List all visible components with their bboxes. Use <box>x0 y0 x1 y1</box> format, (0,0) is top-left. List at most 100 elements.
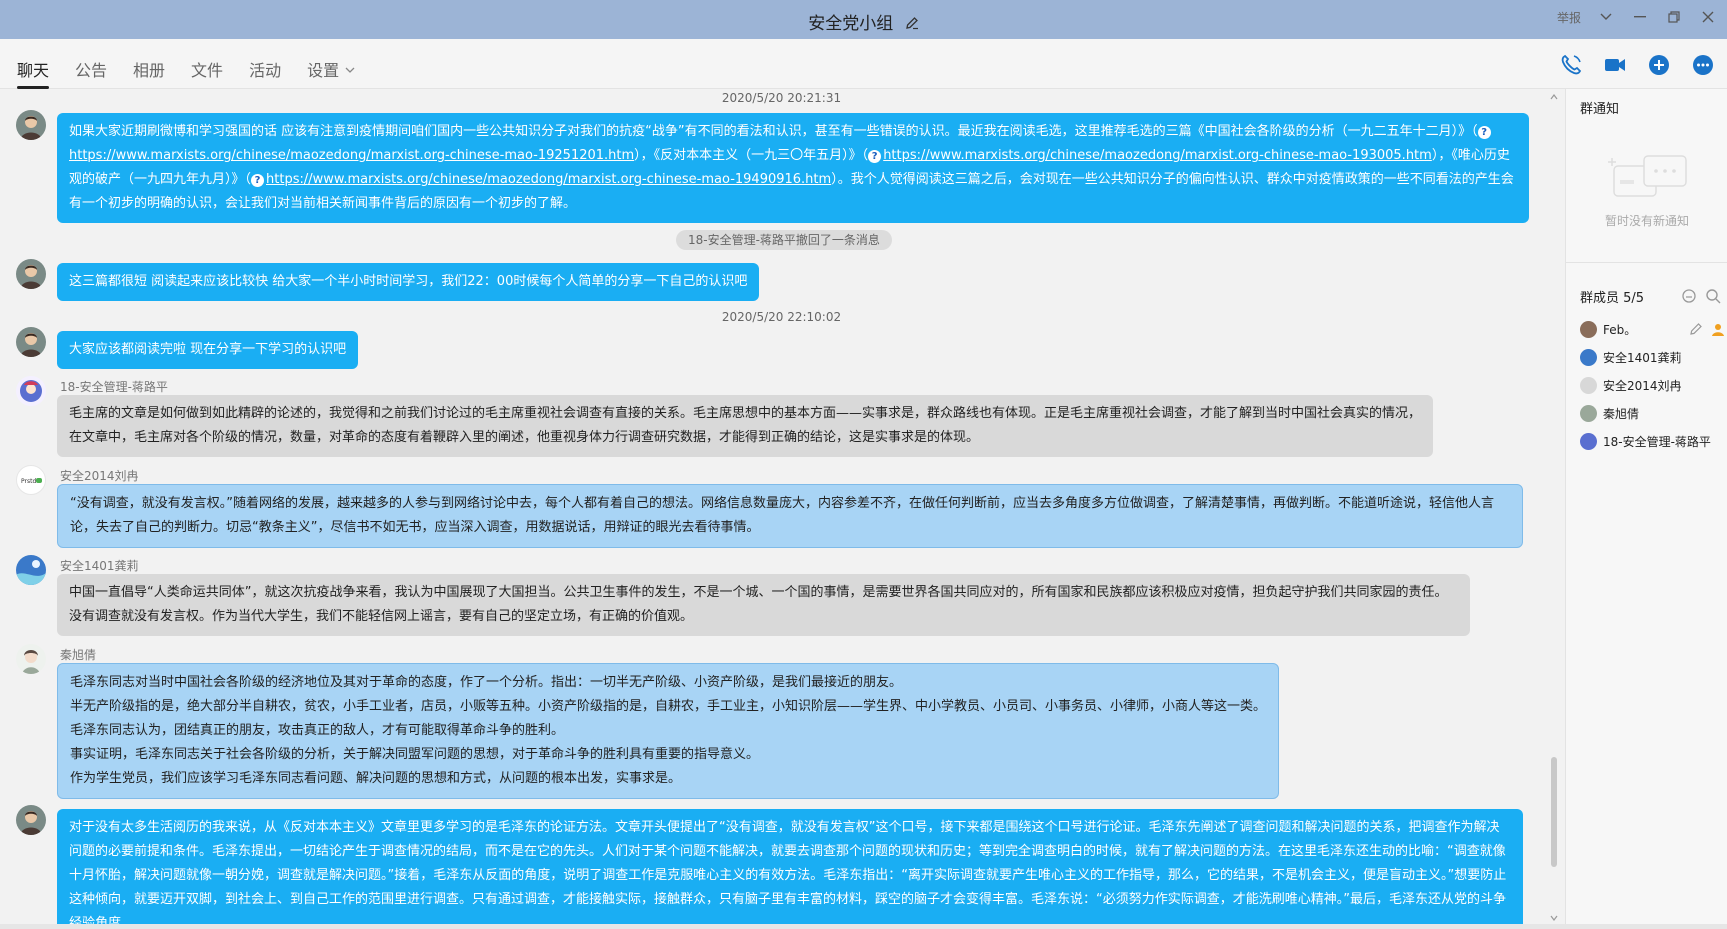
message-timestamp: 2020/5/20 22:10:02 <box>721 310 842 324</box>
message-bubble[interactable]: 如果大家近期刷微博和学习强国的话 应该有注意到疫情期间咱们国内一些公共知识分子对… <box>57 113 1529 223</box>
tab-chat[interactable]: 聊天 <box>17 57 50 89</box>
tabs: 聊天 公告 相册 文件 活动 设置 <box>17 57 355 89</box>
message-line: 半无产阶级指的是，绝大部分半自耕农，贫农，小手工业者，店员，小贩等五种。小资产阶… <box>70 699 1267 714</box>
scroll-up-icon[interactable] <box>1550 93 1558 101</box>
svg-text:Prstd: Prstd <box>21 478 36 485</box>
sender-name: 安全1401龚莉 <box>60 559 139 573</box>
tab-bar: 聊天 公告 相册 文件 活动 设置 <box>0 39 1727 89</box>
toolbar-icons <box>1559 53 1715 77</box>
window-title: 安全党小组 <box>808 14 894 34</box>
message-line: 事实证明，毛泽东同志关于社会各阶级的分析，关于解决同盟军问题的思想，对于革命斗争… <box>70 747 760 762</box>
edit-icon[interactable] <box>1689 322 1703 336</box>
sender-name: 安全2014刘冉 <box>60 469 139 483</box>
member-tools <box>1681 288 1721 304</box>
message-text: 如果大家近期刷微博和学习强国的话 应该有注意到疫情期间咱们国内一些公共知识分子对… <box>69 124 1478 139</box>
avatar <box>1580 320 1597 338</box>
tab-settings[interactable]: 设置 <box>307 57 355 89</box>
avatar[interactable] <box>16 259 46 289</box>
message-link[interactable]: https://www.marxists.org/chinese/maozedo… <box>266 172 831 187</box>
message-text: 大家应该都阅读完啦 现在分享一下学习的认识吧 <box>69 342 347 357</box>
member-item[interactable]: 安全2014刘冉 <box>1580 371 1725 399</box>
message-link[interactable]: https://www.marxists.org/chinese/maozedo… <box>883 148 1432 163</box>
message-bubble[interactable]: 对于没有太多生活阅历的我来说，从《反对本本主义》文章里更多学习的是毛泽东的论证方… <box>57 809 1523 924</box>
tab-announcements[interactable]: 公告 <box>75 57 107 89</box>
window-controls: 举报 <box>1557 8 1717 26</box>
title-bar: 安全党小组 举报 <box>0 0 1727 39</box>
avatar[interactable]: Prstd <box>16 465 46 495</box>
member-item[interactable]: 18-安全管理-蒋路平 <box>1580 427 1725 455</box>
tab-settings-label: 设置 <box>307 61 340 80</box>
tab-album[interactable]: 相册 <box>133 57 165 89</box>
message-text: 中国一直倡导“人类命运共同体”，就这次抗疫战争来看，我认为中国展现了大国担当。公… <box>69 585 1448 624</box>
message-bubble[interactable]: 这三篇都很短 阅读起来应该比较快 给大家一个半小时时间学习，我们22：00时候每… <box>57 263 760 301</box>
chat-scrollbar[interactable] <box>1549 89 1559 924</box>
member-name: 18-安全管理-蒋路平 <box>1603 434 1711 449</box>
member-name: 安全1401龚莉 <box>1603 350 1682 365</box>
report-link[interactable]: 举报 <box>1557 9 1581 26</box>
avatar[interactable] <box>16 805 46 835</box>
search-icon[interactable] <box>1705 288 1721 304</box>
message-text: 这三篇都很短 阅读起来应该比较快 给大家一个半小时时间学习，我们22：00时候每… <box>69 274 748 289</box>
member-list: Feb。 安全1401龚莉 安全2014刘冉 秦旭倩 18-安全管理-蒋路平 <box>1580 315 1725 455</box>
message-link[interactable]: https://www.marxists.org/chinese/maozedo… <box>69 148 634 163</box>
tab-files[interactable]: 文件 <box>191 57 223 89</box>
avatar[interactable] <box>16 644 46 674</box>
chat-messages: 2020/5/20 20:21:31 如果大家近期刷微博和学习强国的话 应该有注… <box>0 89 1563 924</box>
message-timestamp: 2020/5/20 20:21:31 <box>721 91 842 105</box>
video-call-icon[interactable] <box>1603 53 1627 77</box>
divider <box>1566 262 1727 263</box>
member-extra <box>1689 322 1725 336</box>
member-name: 秦旭倩 <box>1603 406 1640 421</box>
message-line: 毛泽东同志认为，团结真正的朋友，攻击真正的敌人，才有可能取得革命斗争的胜利。 <box>70 723 565 738</box>
member-manage-icon[interactable] <box>1681 288 1697 304</box>
scroll-down-icon[interactable] <box>1550 914 1558 922</box>
notice-title: 群通知 <box>1580 102 1620 117</box>
help-icon: ? <box>251 174 265 187</box>
edit-icon[interactable] <box>905 16 919 30</box>
close-icon[interactable] <box>1699 8 1717 26</box>
avatar <box>1580 432 1597 450</box>
avatar <box>1580 348 1597 366</box>
message-bubble[interactable]: “没有调查，就没有发言权。”随着网络的发展，越来越多的人参与到网络讨论中去，每个… <box>57 484 1523 548</box>
owner-icon <box>1712 324 1724 336</box>
message-text: 对于没有太多生活阅历的我来说，从《反对本本主义》文章里更多学习的是毛泽东的论证方… <box>69 820 1507 924</box>
member-item[interactable]: Feb。 <box>1580 315 1725 343</box>
message-bubble[interactable]: 大家应该都阅读完啦 现在分享一下学习的认识吧 <box>57 331 359 369</box>
help-icon: ? <box>868 150 882 163</box>
avatar[interactable] <box>16 555 46 585</box>
add-icon[interactable] <box>1647 53 1671 77</box>
help-icon: ? <box>1477 126 1491 139</box>
member-name: 安全2014刘冉 <box>1603 378 1682 393</box>
sender-name: 秦旭倩 <box>60 648 97 662</box>
chevron-down-icon[interactable] <box>1597 8 1615 26</box>
bottom-border <box>0 924 1727 929</box>
member-item[interactable]: 安全1401龚莉 <box>1580 343 1725 371</box>
message-text: “没有调查，就没有发言权。”随着网络的发展，越来越多的人参与到网络讨论中去，每个… <box>70 496 1494 535</box>
member-item[interactable]: 秦旭倩 <box>1580 399 1725 427</box>
avatar[interactable] <box>16 376 46 406</box>
voice-call-icon[interactable] <box>1559 53 1583 77</box>
avatar <box>1580 376 1597 394</box>
empty-chat-icon <box>1608 155 1687 197</box>
members-title: 群成员 5/5 <box>1580 291 1645 306</box>
avatar[interactable] <box>16 110 46 140</box>
message-text: 毛主席的文章是如何做到如此精辟的论述的，我觉得和之前我们讨论过的毛主席重视社会调… <box>69 406 1422 445</box>
message-bubble[interactable]: 中国一直倡导“人类命运共同体”，就这次抗疫战争来看，我认为中国展现了大国担当。公… <box>57 574 1470 636</box>
sender-name: 18-安全管理-蒋路平 <box>60 380 168 394</box>
notice-empty-text: 暂时没有新通知 <box>1604 214 1689 228</box>
restore-icon[interactable] <box>1665 8 1683 26</box>
avatar <box>1580 404 1597 422</box>
window-title-wrap: 安全党小组 <box>0 9 1727 34</box>
member-name: Feb。 <box>1603 322 1637 337</box>
message-text: ），《反对本本主义（一九三〇年五月）》（ <box>634 148 869 163</box>
avatar[interactable] <box>16 327 46 357</box>
message-bubble[interactable]: 毛泽东同志对当时中国社会各阶级的经济地位及其对于革命的态度，作了一个分析。指出：… <box>57 663 1279 799</box>
minimize-icon[interactable] <box>1631 8 1649 26</box>
tab-activities[interactable]: 活动 <box>249 57 281 89</box>
scrollbar-thumb[interactable] <box>1551 757 1557 867</box>
more-icon[interactable] <box>1691 53 1715 77</box>
recall-notice: 18-安全管理-蒋路平撤回了一条消息 <box>676 230 892 250</box>
message-line: 作为学生党员，我们应该学习毛泽东同志看问题、解决问题的思想和方式，从问题的根本出… <box>70 771 682 786</box>
message-bubble[interactable]: 毛主席的文章是如何做到如此精辟的论述的，我觉得和之前我们讨论过的毛主席重视社会调… <box>57 395 1433 457</box>
notice-empty-state: 暂时没有新通知 <box>1566 144 1727 229</box>
